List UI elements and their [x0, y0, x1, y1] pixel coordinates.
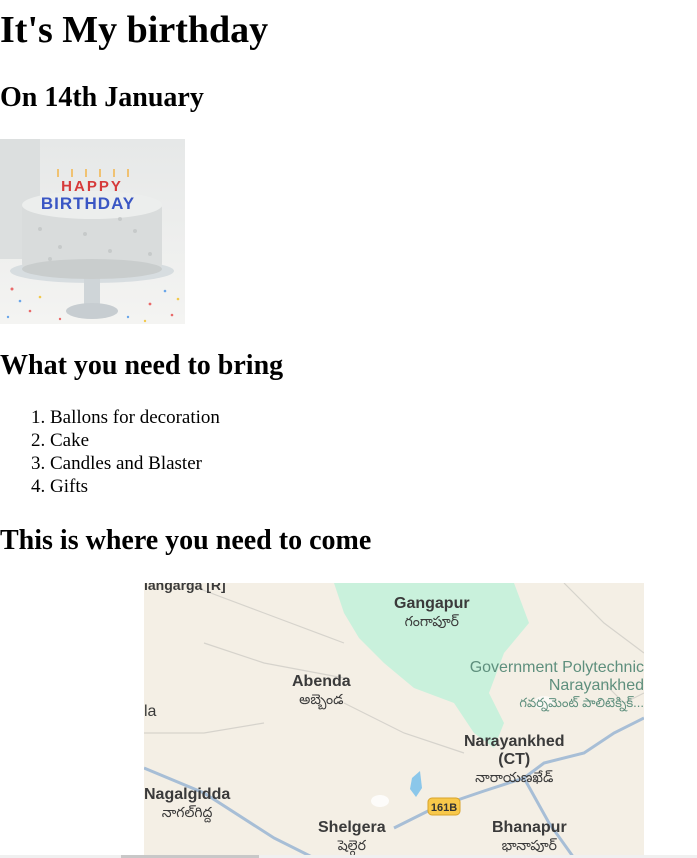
list-item: Ballons for decoration [50, 406, 220, 429]
map-label-shelgera[interactable]: Shelgera షెల్గెర [318, 819, 386, 857]
map-label-nagalgidda[interactable]: Nagalgidda నాగల్‌గిద్ద [144, 786, 230, 824]
map-label-top-left: iangarga [R] [144, 583, 226, 593]
cake-candle-text-birthday: BIRTHDAY [41, 194, 135, 213]
highway-shield-label: 161B [431, 802, 457, 814]
map-label-polytechnic[interactable]: Government Polytechnic Narayankhed గవర్న… [470, 659, 644, 714]
list-item: Gifts [50, 475, 220, 498]
bring-list-heading: What you need to bring [0, 350, 284, 381]
map-label-abenda[interactable]: Abenda అబ్బెండ [292, 673, 351, 711]
cake-candle-text-happy: HAPPY [61, 178, 123, 195]
map-label-bhanapur[interactable]: Bhanapur భానాపూర్ [492, 819, 567, 857]
birthday-date-subtitle: On 14th January [0, 82, 204, 113]
birthday-cake-image: HAPPY BIRTHDAY [0, 139, 185, 324]
map-label-left-edge: la [144, 703, 157, 720]
bring-list: Ballons for decoration Cake Candles and … [0, 406, 220, 498]
embedded-map[interactable]: 161B iangarga [R] Gangapur గంగాపూర్ Gove… [144, 583, 644, 858]
map-label-narayankhed[interactable]: Narayankhed (CT) నారాయణఖేడ్ [464, 733, 565, 789]
location-heading: This is where you need to come [0, 525, 372, 556]
page-title: It's My birthday [0, 9, 269, 51]
list-item: Candles and Blaster [50, 452, 220, 475]
list-item: Cake [50, 429, 220, 452]
map-label-gangapur[interactable]: Gangapur గంగాపూర్ [394, 595, 470, 633]
